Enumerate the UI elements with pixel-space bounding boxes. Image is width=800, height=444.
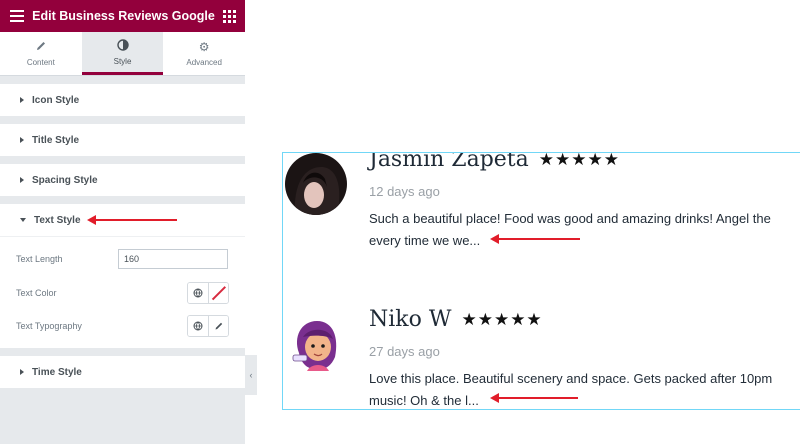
review-header: Jasmin Zapeta ★★★★★ — [369, 152, 620, 172]
review-text-line: every time we we... — [369, 233, 481, 248]
star-rating: ★★★★★ — [461, 309, 543, 329]
avatar — [285, 153, 347, 215]
color-picker-button[interactable] — [208, 283, 228, 303]
text-length-input[interactable] — [118, 249, 228, 269]
section-time-style[interactable]: Time Style — [0, 356, 245, 388]
review-text-line: music! Oh & the l... — [369, 393, 479, 408]
review-header: Niko W ★★★★★ — [369, 307, 543, 332]
pencil-icon — [35, 40, 47, 54]
tab-content[interactable]: Content — [0, 32, 82, 75]
style-sections: Icon Style Title Style Spacing Style Tex… — [0, 84, 245, 388]
panel-title: Edit Business Reviews Google — [32, 9, 215, 23]
star-rating: ★★★★★ — [538, 152, 620, 169]
section-label: Text Style — [34, 214, 81, 226]
caret-right-icon — [20, 369, 24, 375]
text-length-row: Text Length — [16, 248, 229, 270]
reviewer-name: Niko W — [369, 307, 452, 332]
caret-right-icon — [20, 137, 24, 143]
review-time: 27 days ago — [369, 344, 440, 359]
text-color-controls — [187, 282, 229, 304]
editor-panel: Edit Business Reviews Google Content Sty… — [0, 0, 245, 444]
section-label: Time Style — [32, 366, 82, 378]
tab-style-label: Style — [113, 56, 132, 66]
chevron-left-icon: ‹ — [249, 370, 253, 380]
caret-right-icon — [20, 97, 24, 103]
global-fonts-button[interactable] — [188, 316, 208, 336]
section-label: Title Style — [32, 134, 80, 146]
tab-advanced-label: Advanced — [186, 58, 222, 67]
globe-icon — [193, 288, 203, 298]
panel-tabs: Content Style ⚙ Advanced — [0, 32, 245, 76]
annotation-arrow — [490, 393, 578, 403]
caret-right-icon — [20, 177, 24, 183]
gear-icon: ⚙ — [198, 40, 210, 54]
text-color-row: Text Color — [16, 282, 229, 304]
reviewer-name: Jasmin Zapeta — [369, 152, 529, 172]
no-color-swatch-icon — [212, 286, 226, 300]
text-length-label: Text Length — [16, 254, 63, 264]
section-icon-style[interactable]: Icon Style — [0, 84, 245, 116]
section-label: Spacing Style — [32, 174, 98, 186]
text-typography-controls — [187, 315, 229, 337]
tab-style[interactable]: Style — [81, 32, 164, 75]
contrast-icon — [116, 38, 129, 53]
text-color-label: Text Color — [16, 288, 57, 298]
review-time: 12 days ago — [369, 184, 440, 199]
annotation-arrow — [87, 215, 177, 225]
avatar — [285, 313, 347, 375]
text-typography-row: Text Typography — [16, 315, 229, 337]
caret-down-icon — [20, 218, 26, 222]
widgets-grid-icon[interactable] — [223, 10, 236, 23]
section-spacing-style[interactable]: Spacing Style — [0, 164, 245, 196]
globe-icon — [193, 321, 203, 331]
text-style-controls: Text Length Text Color Text Typography — [0, 236, 245, 348]
text-typography-label: Text Typography — [16, 321, 82, 331]
menu-icon[interactable] — [10, 10, 24, 22]
pencil-icon — [215, 322, 222, 330]
edit-typography-button[interactable] — [208, 316, 228, 336]
tab-advanced[interactable]: ⚙ Advanced — [163, 32, 245, 75]
reviews-widget-preview[interactable]: Jasmin Zapeta ★★★★★ 12 days ago Such a b… — [282, 152, 800, 410]
section-label: Icon Style — [32, 94, 80, 106]
review-text-line: Love this place. Beautiful scenery and s… — [369, 371, 773, 386]
section-title-style[interactable]: Title Style — [0, 124, 245, 156]
annotation-arrow — [490, 234, 580, 244]
global-colors-button[interactable] — [188, 283, 208, 303]
tab-content-label: Content — [26, 58, 55, 67]
panel-collapse-handle[interactable]: ‹ — [245, 355, 257, 395]
panel-header: Edit Business Reviews Google — [0, 0, 245, 32]
review-text-line: Such a beautiful place! Food was good an… — [369, 211, 771, 226]
